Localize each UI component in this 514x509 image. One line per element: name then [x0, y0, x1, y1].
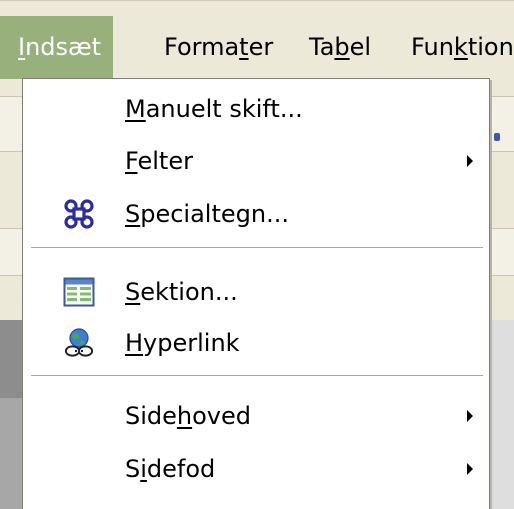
menu-label-prefix: Forma [164, 33, 240, 61]
document-area-lower [0, 398, 22, 509]
hyperlink-globe-icon [64, 328, 94, 357]
menu-insert[interactable]: Indsæt [0, 16, 114, 79]
menu-item-section[interactable]: Sektion... [23, 264, 489, 320]
insert-dropdown-menu: Manuelt skift... Felter Specialtegn... S… [22, 78, 490, 509]
menu-label-rest: er [248, 33, 274, 61]
menu-label-rest: ndsæt [25, 33, 102, 61]
menu-label-prefix: Fun [411, 33, 454, 61]
submenu-arrow-icon [467, 410, 473, 422]
document-background-left [0, 78, 22, 509]
toolbar-icon-fragment [494, 133, 500, 141]
menu-item-fields[interactable]: Felter [23, 133, 489, 189]
document-background-right [490, 78, 514, 509]
menu-item-special-character[interactable]: Specialtegn... [23, 186, 489, 242]
menu-separator [31, 375, 483, 377]
submenu-arrow-icon [467, 463, 473, 475]
toolbar-strip [490, 96, 514, 152]
menu-table[interactable]: Tabel [309, 16, 371, 79]
writer-window: Indsæt Formater Tabel Funktioner Manuelt… [0, 0, 514, 509]
menu-item-label: Manuelt skift... [125, 95, 303, 123]
menu-item-label: Sidefod [125, 455, 216, 483]
ruler-strip [0, 228, 22, 276]
menu-label-rest: tioner [467, 33, 514, 61]
menu-item-footer[interactable]: Sidefod [23, 441, 489, 497]
menu-bar: Indsæt Formater Tabel Funktioner [0, 0, 514, 79]
menu-item-label: Sidehoved [125, 402, 252, 430]
menu-item-label: Sektion... [125, 278, 238, 306]
section-table-icon [63, 277, 95, 307]
menu-label-prefix: Ta [309, 33, 335, 61]
menu-item-header[interactable]: Sidehoved [23, 388, 489, 444]
submenu-arrow-icon [467, 155, 473, 167]
menu-functions[interactable]: Funktioner [411, 16, 514, 79]
menu-accelerator: b [334, 33, 350, 61]
menu-format[interactable]: Formater [164, 16, 273, 79]
menu-item-manual-break[interactable]: Manuelt skift... [23, 81, 489, 137]
menu-item-label: Felter [125, 147, 193, 175]
menu-separator [31, 247, 483, 249]
ruler-strip [490, 228, 514, 276]
toolbar-strip [0, 96, 22, 152]
document-area [490, 320, 514, 509]
menu-item-hyperlink[interactable]: Hyperlink [23, 315, 489, 371]
menu-label-rest: el [349, 33, 372, 61]
command-symbol-icon [64, 199, 94, 229]
menu-item-label: Hyperlink [125, 329, 240, 357]
menu-accelerator: k [453, 33, 468, 61]
menu-accelerator: t [239, 33, 249, 61]
menu-item-label: Specialtegn... [125, 200, 289, 228]
